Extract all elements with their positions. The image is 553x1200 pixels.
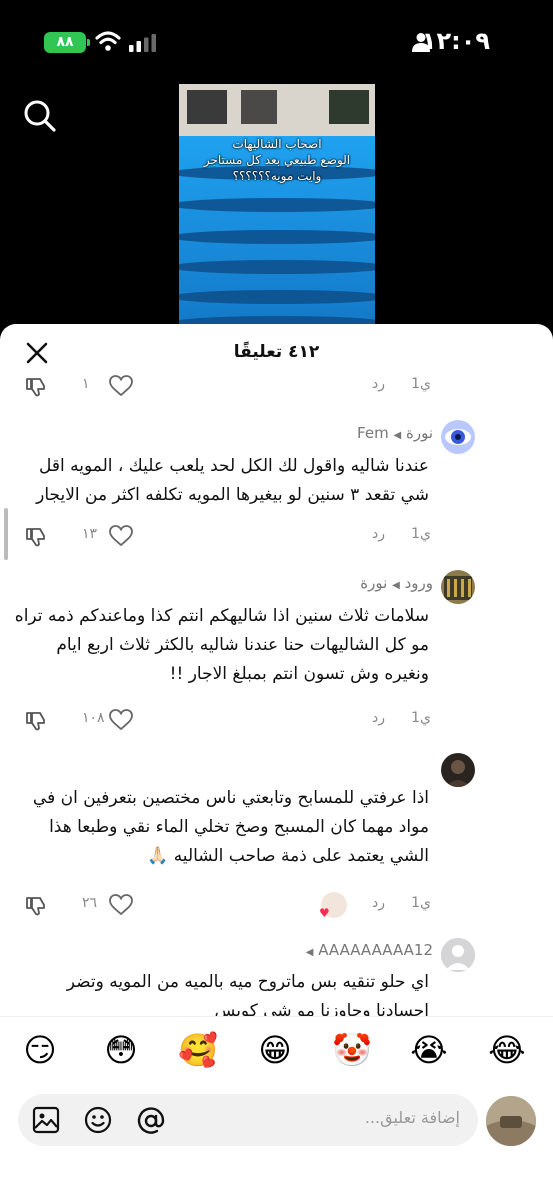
like-count: ٢٦ [82, 895, 98, 911]
heart-icon[interactable] [108, 524, 134, 548]
comment-text: اذا عرفتي للمسابح وتابعتي ناس مختصين بتع… [32, 788, 429, 866]
comment-author[interactable]: ورود ◀ نورة [360, 574, 433, 592]
avatar[interactable] [441, 938, 475, 972]
comment-text: سلامات ثلاث سنين اذا شاليهكم انتم كذا وم… [14, 606, 429, 684]
emoji-button[interactable]: 😁 [253, 1031, 297, 1069]
battery-indicator: ٨٨ [44, 32, 90, 53]
caption-line: وايت مويه؟؟؟؟؟؟ [232, 169, 322, 183]
reply-arrow-icon: ◀ [392, 580, 400, 591]
comment-actions: ٢٦ ♥ رد 1ي [0, 891, 553, 921]
reply-button[interactable]: رد [372, 376, 385, 392]
comment-input-placeholder: إضافة تعليق... [364, 1108, 460, 1127]
emoji-button[interactable]: 🤡 [330, 1031, 374, 1069]
image-icon[interactable] [32, 1106, 60, 1134]
comments-sheet: ٤١٢ تعليقًا ١ رد 1ي نورة ◀ Fem عندنا شال… [0, 324, 553, 1200]
caption-line: اصحاب الشاليهات [232, 137, 322, 151]
like-count: ١٣ [82, 526, 98, 542]
emoji-button[interactable]: 😳 [99, 1031, 143, 1069]
heart-icon[interactable] [108, 893, 134, 917]
comment-input[interactable]: إضافة تعليق... [18, 1094, 478, 1146]
timestamp: 1ي [411, 376, 431, 392]
emoji-quick-bar: 😂 😭 🤡 😁 🥰 😳 😏 [0, 1016, 553, 1097]
caption-line: الوضع طبيعي بعد كل مستاجر [203, 153, 351, 167]
video-preview[interactable]: اصحاب الشاليهات الوضع طبيعي بعد كل مستاج… [179, 84, 375, 324]
avatar[interactable] [441, 753, 475, 787]
reply-to-name: Fem [357, 424, 389, 442]
heart-icon[interactable] [108, 374, 134, 398]
reply-to-name: نورة [360, 574, 388, 592]
reply-button[interactable]: رد [372, 895, 385, 911]
dislike-icon[interactable] [24, 709, 48, 733]
author-name: ورود [404, 574, 433, 592]
comment-actions: ١٠٨ رد 1ي [0, 706, 553, 736]
avatar[interactable] [441, 570, 475, 604]
emoji-button[interactable]: 😂 [485, 1031, 529, 1069]
emoji-button[interactable]: 😏 [18, 1031, 62, 1069]
signal-icon [129, 34, 156, 52]
status-bar: ٨٨ ١٢:٠٩ [0, 0, 553, 85]
mention-icon[interactable] [136, 1106, 166, 1136]
creator-liked-badge: ♥ [319, 892, 347, 920]
clock: ١٢:٠٩ [421, 27, 490, 55]
heart-icon[interactable] [108, 708, 134, 732]
emoji-button[interactable]: 🥰 [176, 1031, 220, 1069]
wifi-icon [95, 31, 121, 51]
video-caption: اصحاب الشاليهات الوضع طبيعي بعد كل مستاج… [179, 136, 375, 184]
like-count: ١ [82, 376, 90, 392]
dislike-icon[interactable] [24, 894, 48, 918]
dislike-icon[interactable] [24, 375, 48, 399]
comment-author[interactable]: AAAAAAAAA12 ◀ [306, 941, 433, 959]
timestamp: 1ي [411, 895, 431, 911]
dislike-icon[interactable] [24, 525, 48, 549]
user-avatar[interactable] [486, 1096, 536, 1146]
comments-count: ٤١٢ تعليقًا [233, 342, 320, 362]
comment-author[interactable]: نورة ◀ Fem [357, 424, 433, 442]
like-count: ١٠٨ [82, 710, 105, 726]
timestamp: 1ي [411, 710, 431, 726]
comment-actions: ١ رد 1ي [0, 372, 553, 402]
timestamp: 1ي [411, 526, 431, 542]
emoji-button[interactable]: 😭 [407, 1031, 451, 1069]
heart-icon: ♥ [319, 906, 330, 920]
emoji-picker-icon[interactable] [84, 1106, 112, 1134]
author-name: نورة [405, 424, 433, 442]
search-icon[interactable] [22, 98, 58, 134]
comment-text: عندنا شاليه واقول لك الكل لحد يلعب عليك … [36, 456, 429, 505]
chalet-building [179, 84, 375, 136]
reply-button[interactable]: رد [372, 710, 385, 726]
reply-arrow-icon: ◀ [393, 430, 402, 441]
reply-arrow-icon: ◀ [305, 947, 314, 958]
avatar[interactable] [441, 420, 475, 454]
reply-button[interactable]: رد [372, 526, 385, 542]
comment-actions: ١٣ رد 1ي [0, 522, 553, 552]
author-name: AAAAAAAAA12 [318, 941, 433, 959]
